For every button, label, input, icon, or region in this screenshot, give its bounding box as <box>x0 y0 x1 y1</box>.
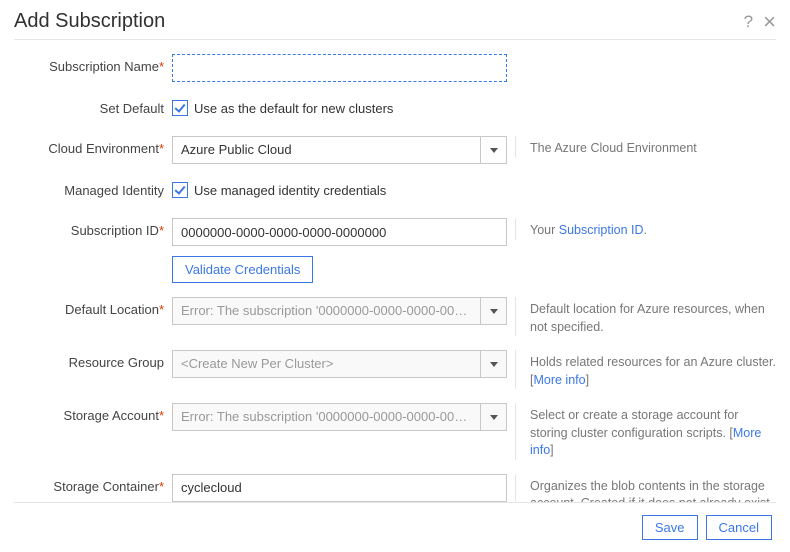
managed-identity-label: Managed Identity <box>64 183 164 198</box>
cloud-environment-value: Azure Public Cloud <box>173 137 480 163</box>
storage-container-input[interactable] <box>172 474 507 502</box>
resource-group-dropdown-btn[interactable] <box>480 351 506 377</box>
resource-group-more-info-link[interactable]: More info <box>533 373 585 387</box>
resource-group-label: Resource Group <box>69 355 164 370</box>
storage-account-dropdown-btn[interactable] <box>480 404 506 430</box>
subscription-name-input[interactable] <box>172 54 507 82</box>
required-asterisk: * <box>159 223 164 238</box>
cloud-environment-label: Cloud Environment <box>48 141 159 156</box>
caret-down-icon <box>490 148 498 153</box>
default-location-select[interactable]: Error: The subscription '0000000-0000-00… <box>172 297 507 325</box>
cloud-environment-help: The Azure Cloud Environment <box>515 136 776 158</box>
validate-credentials-button[interactable]: Validate Credentials <box>172 256 313 283</box>
subscription-id-label: Subscription ID <box>71 223 159 238</box>
default-location-label: Default Location <box>65 302 159 317</box>
set-default-checkbox[interactable] <box>172 100 188 116</box>
close-icon[interactable]: × <box>763 13 776 30</box>
form: Subscription Name* Set Default Use as th… <box>14 54 776 502</box>
default-location-help: Default location for Azure resources, wh… <box>515 297 776 336</box>
caret-down-icon <box>490 309 498 314</box>
subscription-id-help: Your Subscription ID. <box>515 218 776 240</box>
required-asterisk: * <box>159 408 164 423</box>
resource-group-help: Holds related resources for an Azure clu… <box>515 350 776 389</box>
subscription-id-link[interactable]: Subscription ID <box>559 223 644 237</box>
storage-container-help: Organizes the blob contents in the stora… <box>515 474 776 503</box>
subscription-name-label: Subscription Name <box>49 59 159 74</box>
storage-account-label: Storage Account <box>64 408 159 423</box>
storage-account-value: Error: The subscription '0000000-0000-00… <box>173 404 480 430</box>
set-default-checkbox-label: Use as the default for new clusters <box>194 101 393 116</box>
required-asterisk: * <box>159 59 164 74</box>
save-button[interactable]: Save <box>642 515 698 540</box>
caret-down-icon <box>490 415 498 420</box>
dialog-footer: Save Cancel <box>14 502 776 552</box>
required-asterisk: * <box>159 479 164 494</box>
header-icons: ? × <box>744 12 776 32</box>
help-icon[interactable]: ? <box>744 12 753 32</box>
default-location-value: Error: The subscription '0000000-0000-00… <box>173 298 480 324</box>
storage-container-label: Storage Container <box>53 479 159 494</box>
subscription-id-input[interactable] <box>172 218 507 246</box>
managed-identity-checkbox-label: Use managed identity credentials <box>194 183 386 198</box>
resource-group-select[interactable]: <Create New Per Cluster> <box>172 350 507 378</box>
caret-down-icon <box>490 362 498 367</box>
storage-account-help: Select or create a storage account for s… <box>515 403 776 460</box>
dialog-header: Add Subscription ? × <box>14 10 776 40</box>
cloud-environment-select[interactable]: Azure Public Cloud <box>172 136 507 164</box>
managed-identity-checkbox[interactable] <box>172 182 188 198</box>
cloud-environment-dropdown-btn[interactable] <box>480 137 506 163</box>
storage-account-select[interactable]: Error: The subscription '0000000-0000-00… <box>172 403 507 431</box>
required-asterisk: * <box>159 302 164 317</box>
resource-group-value: <Create New Per Cluster> <box>173 351 480 377</box>
dialog-title: Add Subscription <box>14 10 165 33</box>
required-asterisk: * <box>159 141 164 156</box>
cancel-button[interactable]: Cancel <box>706 515 772 540</box>
add-subscription-dialog: Add Subscription ? × Subscription Name* … <box>0 0 790 552</box>
default-location-dropdown-btn[interactable] <box>480 298 506 324</box>
set-default-label: Set Default <box>100 101 164 116</box>
